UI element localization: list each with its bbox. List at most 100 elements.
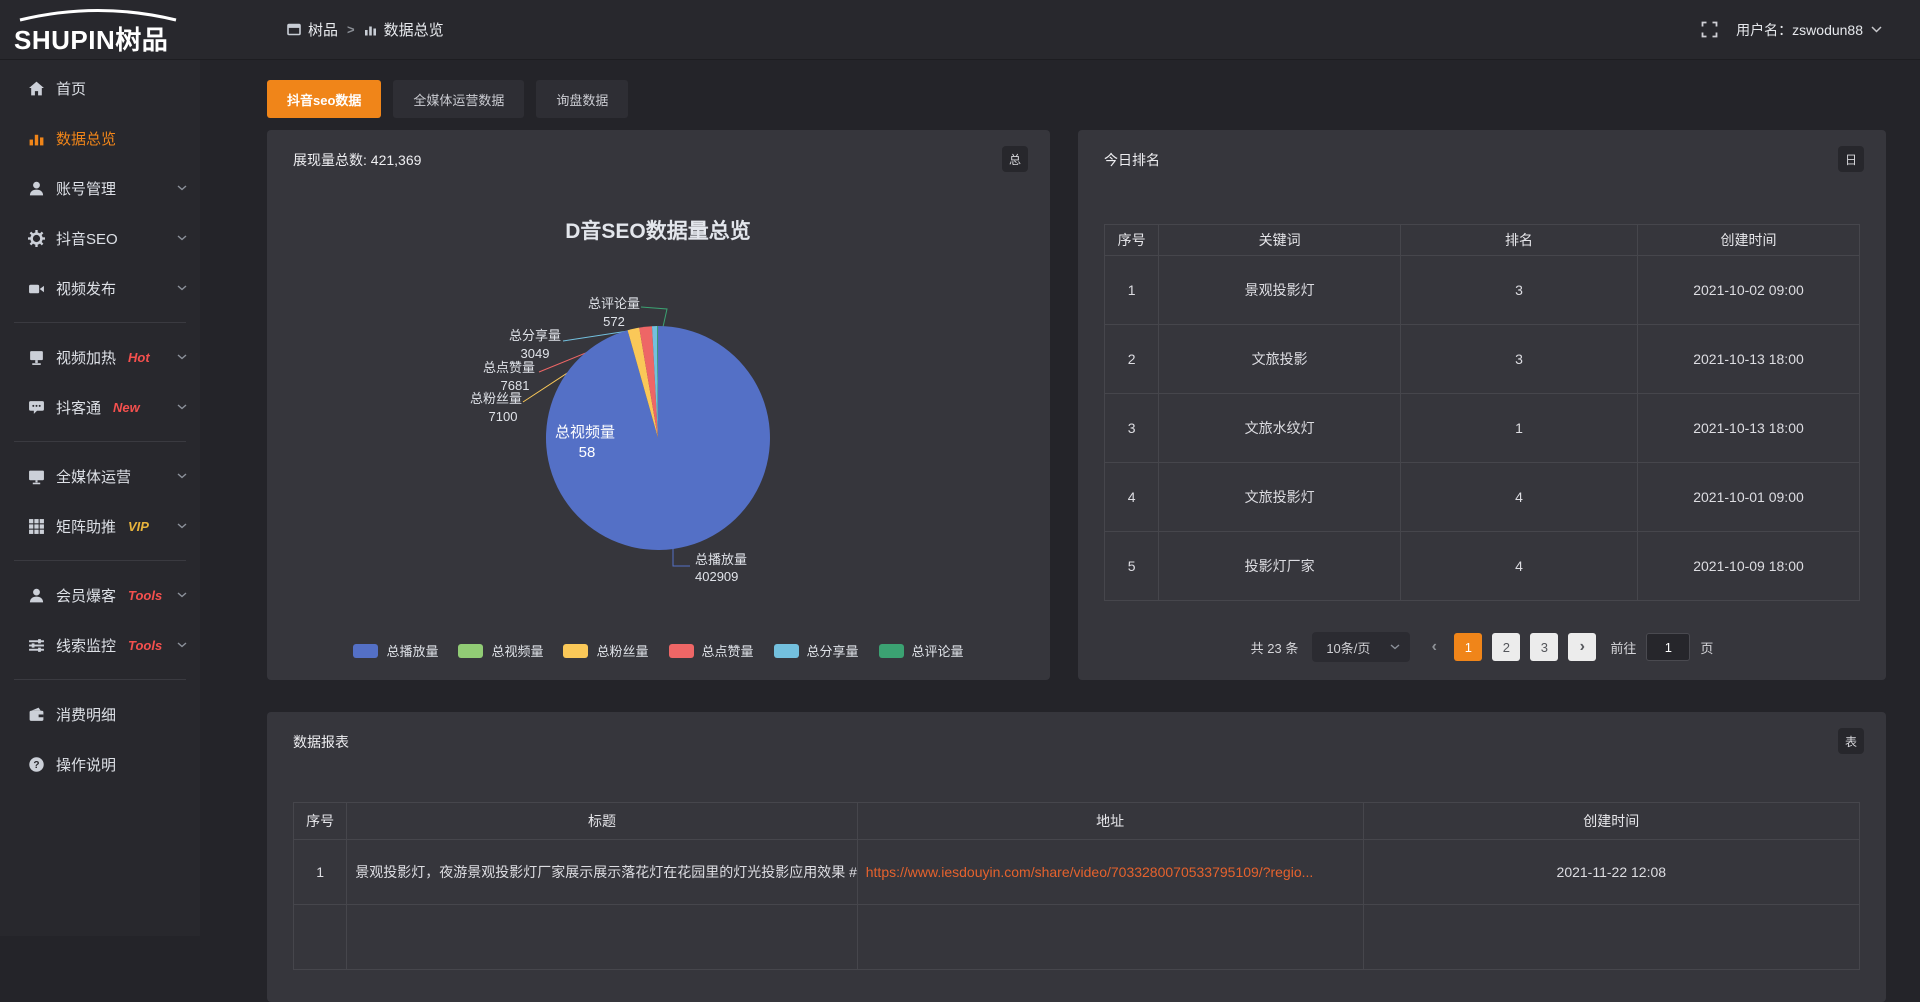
sidebar-item-douyin-seo[interactable]: 抖音SEO [0, 213, 200, 263]
cell-index: 1 [294, 840, 347, 905]
user-menu[interactable]: 用户名：zswodun88 [1736, 20, 1882, 40]
prev-page-button[interactable]: ‹ [1424, 638, 1444, 656]
pie-label-likes: 总点赞量 [483, 360, 535, 375]
sidebar-item-label: 矩阵助推 [56, 516, 116, 537]
chat-bubble-icon [28, 399, 45, 416]
legend-label: 总粉丝量 [596, 641, 648, 660]
breadcrumb: 树品 > 数据总览 [287, 19, 444, 40]
report-table-wrap: 序号 标题 地址 创建时间 1 景观投影灯，夜游景观投影灯厂家展示展示落花灯在花… [293, 802, 1860, 970]
cell-created: 2021-11-22 12:08 [1363, 840, 1859, 905]
sidebar-item-matrix-boost[interactable]: 矩阵助推 VIP [0, 501, 200, 551]
bar-chart-icon [364, 24, 377, 36]
legend-item-videos[interactable]: 总视频量 [458, 641, 543, 660]
table-row: 1 景观投影灯 3 2021-10-02 09:00 [1105, 256, 1860, 325]
sidebar-item-video-publish[interactable]: 视频发布 [0, 263, 200, 313]
goto-page: 前往 页 [1610, 633, 1713, 661]
chart-legend: 总播放量 总视频量 总粉丝量 总点赞量 总分享量 总评论量 [267, 641, 1050, 660]
page-button-2[interactable]: 2 [1492, 633, 1520, 661]
table-header-row: 序号 标题 地址 创建时间 [294, 803, 1860, 840]
report-table: 序号 标题 地址 创建时间 1 景观投影灯，夜游景观投影灯厂家展示展示落花灯在花… [293, 802, 1860, 970]
cell-index: 3 [1105, 394, 1159, 463]
tools-badge: Tools [128, 638, 162, 653]
legend-swatch [563, 644, 588, 658]
table-toggle-button[interactable]: 表 [1838, 728, 1864, 754]
breadcrumb-current[interactable]: 数据总览 [364, 19, 444, 40]
video-link[interactable]: https://www.iesdouyin.com/share/video/70… [866, 864, 1314, 880]
topbar: SHUPIN树品 树品 > 数据总览 用户名：zsw [0, 0, 1920, 60]
sidebar-item-media-operation[interactable]: 全媒体运营 [0, 451, 200, 501]
sidebar: 首页 数据总览 账号管理 抖音SEO 视频发布 视频加热 Hot [0, 60, 200, 936]
breadcrumb-root[interactable]: 树品 [287, 19, 338, 40]
pie-label-videos: 总视频量 [555, 424, 615, 441]
chevron-down-icon [177, 235, 187, 241]
user-icon [28, 180, 45, 197]
sidebar-item-label: 线索监控 [56, 635, 116, 656]
sidebar-item-video-heat[interactable]: 视频加热 Hot [0, 332, 200, 382]
data-tabs: 抖音seo数据 全媒体运营数据 询盘数据 [267, 80, 628, 118]
pie-label-shares: 总分享量 [509, 328, 561, 343]
sidebar-item-member-burst[interactable]: 会员爆客 Tools [0, 570, 200, 620]
legend-swatch [353, 644, 378, 658]
legend-swatch [879, 644, 904, 658]
chevron-down-icon [177, 404, 187, 410]
sidebar-item-home[interactable]: 首页 [0, 63, 200, 113]
seo-pie-chart[interactable]: D音SEO数据量总览 总评论量 572 总分享量 3049 总点赞量 7681 … [267, 130, 1050, 680]
sidebar-item-account[interactable]: 账号管理 [0, 163, 200, 213]
legend-item-fans[interactable]: 总粉丝量 [563, 641, 648, 660]
sidebar-item-consumption-detail[interactable]: 消费明细 [0, 689, 200, 739]
video-camera-icon [28, 280, 45, 297]
next-page-button[interactable]: › [1568, 633, 1596, 661]
legend-item-plays[interactable]: 总播放量 [353, 641, 438, 660]
sidebar-item-label: 账号管理 [56, 178, 116, 199]
col-header-created: 创建时间 [1638, 225, 1860, 256]
sidebar-divider [14, 441, 186, 442]
sidebar-item-data-overview[interactable]: 数据总览 [0, 113, 200, 163]
goto-page-input[interactable] [1646, 633, 1690, 661]
cell-index: 2 [1105, 325, 1159, 394]
page-button-3[interactable]: 3 [1530, 633, 1558, 661]
legend-item-comments[interactable]: 总评论量 [879, 641, 964, 660]
pie-label-comments: 总评论量 [588, 296, 640, 311]
pagination: 共 23 条 10条/页 ‹ 1 2 3 › 前往 页 [1078, 632, 1886, 662]
tab-media-operation-data[interactable]: 全媒体运营数据 [393, 80, 524, 118]
pie-value-comments: 572 [603, 314, 625, 329]
cell-url [857, 905, 1363, 970]
chevron-down-icon [177, 642, 187, 648]
legend-item-shares[interactable]: 总分享量 [774, 641, 859, 660]
app-logo[interactable]: SHUPIN树品 [0, 0, 200, 60]
table-row: 2 文旅投影 3 2021-10-13 18:00 [1105, 325, 1860, 394]
sidebar-item-douketong[interactable]: 抖客通 New [0, 382, 200, 432]
pager: ‹ 1 2 3 › [1424, 633, 1596, 661]
cell-created: 2021-10-09 18:00 [1638, 532, 1860, 601]
screen-icon [28, 349, 45, 366]
report-card: 数据报表 表 序号 标题 地址 创建时间 1 景观投影灯，夜游景观投影灯厂家展示… [267, 712, 1886, 1002]
leader-line-comments [641, 307, 667, 327]
pie-value-videos: 58 [579, 444, 596, 461]
cell-index: 4 [1105, 463, 1159, 532]
table-row: 5 投影灯厂家 4 2021-10-09 18:00 [1105, 532, 1860, 601]
sidebar-item-label: 数据总览 [56, 128, 116, 149]
sidebar-item-label: 抖音SEO [56, 228, 118, 249]
breadcrumb-current-label: 数据总览 [384, 19, 444, 40]
sidebar-item-lead-monitor[interactable]: 线索监控 Tools [0, 620, 200, 670]
cell-created: 2021-10-13 18:00 [1638, 394, 1860, 463]
chevron-down-icon [177, 523, 187, 529]
cell-title: 景观投影灯，夜游景观投影灯厂家展示展示落花灯在花园里的灯光投影应用效果 #... [347, 840, 858, 905]
fullscreen-icon[interactable] [1701, 21, 1718, 38]
chevron-down-icon [177, 185, 187, 191]
cell-rank: 3 [1400, 325, 1637, 394]
legend-item-likes[interactable]: 总点赞量 [669, 641, 754, 660]
sidebar-item-help[interactable]: ? 操作说明 [0, 739, 200, 789]
tab-douyin-seo-data[interactable]: 抖音seo数据 [267, 80, 381, 118]
cell-index [294, 905, 347, 970]
chevron-down-icon [177, 473, 187, 479]
hot-badge: Hot [128, 350, 150, 365]
wallet-icon [28, 706, 45, 723]
app-window-icon [287, 23, 301, 36]
pie-value-plays: 402909 [695, 569, 738, 584]
page-size-select[interactable]: 10条/页 [1312, 632, 1410, 662]
tab-inquiry-data[interactable]: 询盘数据 [536, 80, 628, 118]
page-button-1[interactable]: 1 [1454, 633, 1482, 661]
daily-toggle-button[interactable]: 日 [1838, 146, 1864, 172]
col-header-url: 地址 [857, 803, 1363, 840]
